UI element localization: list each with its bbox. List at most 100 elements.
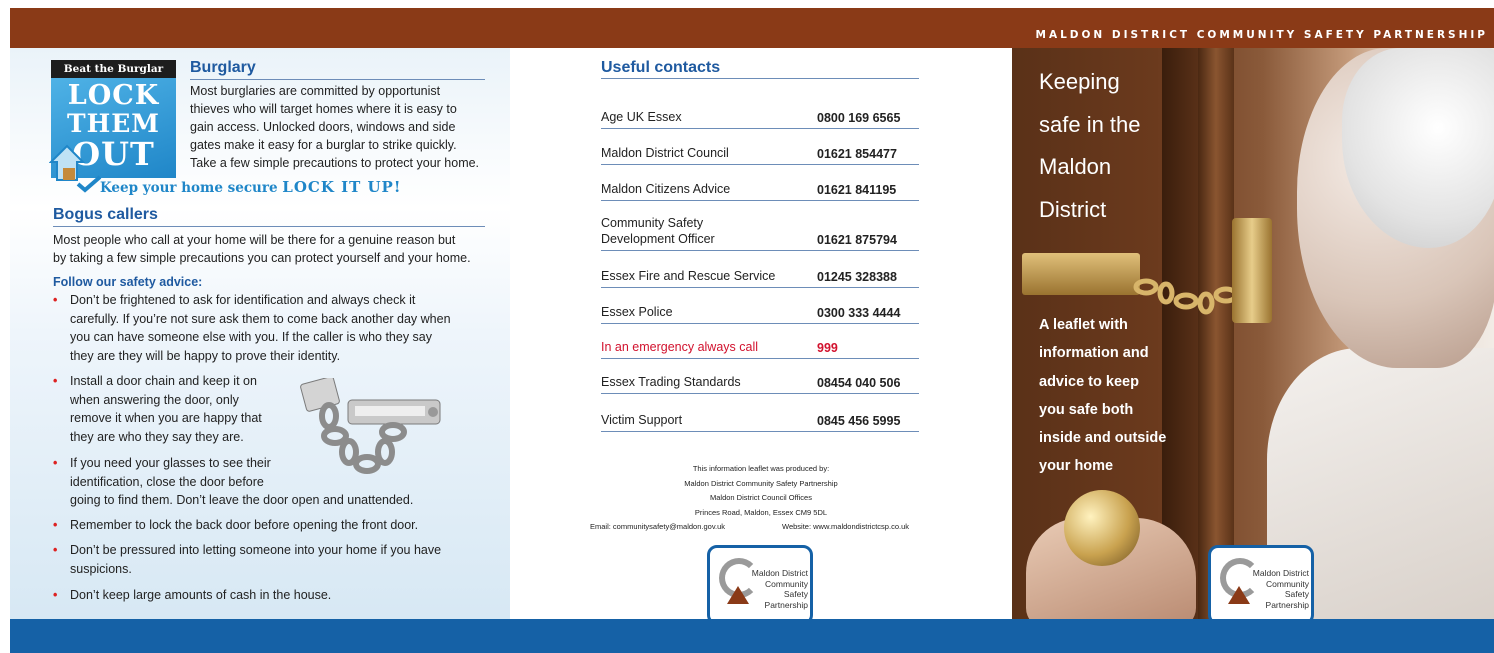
burglary-line: Most burglaries are committed by opportu… <box>190 84 441 98</box>
contact-name: Victim Support <box>601 413 683 427</box>
cover-desc-line: inside and outside <box>1039 430 1167 447</box>
organisation-name: MALDON DISTRICT COMMUNITY SAFETY PARTNER… <box>1035 29 1488 41</box>
produced-line: Maldon District Council Offices <box>710 493 812 502</box>
logo-text-line: Community <box>1266 578 1309 589</box>
bullet-dot: • <box>53 518 58 532</box>
cover-panel: Keeping safe in the Maldon District A le… <box>1012 48 1494 619</box>
door-bolt <box>1232 218 1272 323</box>
contact-name: Maldon Citizens Advice <box>601 182 731 196</box>
bullet-dot: • <box>53 588 58 602</box>
bullet-line: remove it when you are happy that <box>70 411 262 425</box>
useful-contacts-heading: Useful contacts <box>601 59 721 76</box>
bottom-banner <box>10 619 1494 653</box>
bullet-line: suspicions. <box>70 561 132 576</box>
cover-title-line: District <box>1039 196 1107 222</box>
contact-name-line: Community Safety <box>601 216 704 230</box>
logo-text-line: Safety <box>783 589 808 599</box>
cover-title: Keeping safe in the Maldon District <box>1039 61 1199 231</box>
bullet-line: Don’t keep large amounts of cash in the … <box>70 588 332 602</box>
cover-desc-line: information and <box>1039 345 1149 362</box>
door-knob <box>1064 490 1140 566</box>
contact-name: Community Safety Development Officer <box>601 215 715 247</box>
contact-phone: 08454 040 506 <box>817 376 901 390</box>
burglary-line: Take a few simple precautions to protect… <box>190 156 480 170</box>
top-banner: MALDON DISTRICT COMMUNITY SAFETY PARTNER… <box>10 8 1494 48</box>
contact-row: Essex Fire and Rescue Service 01245 3283… <box>601 261 919 288</box>
bogus-line: Most people who call at your home will b… <box>53 233 456 247</box>
safety-advice-heading: Follow our safety advice: <box>53 275 203 289</box>
website-link[interactable]: Website: www.maldondistrictcsp.co.uk <box>782 520 909 535</box>
contact-phone: 01621 875794 <box>817 233 897 247</box>
bullet-dot: • <box>53 293 58 307</box>
logo-text-line: Partnership <box>1265 599 1309 610</box>
bogus-paragraph: Most people who call at your home will b… <box>53 231 498 267</box>
contact-row: Age UK Essex 0800 169 6565 <box>601 103 919 129</box>
bullet-line: If you need your glasses to see their <box>70 456 271 470</box>
contact-name: Maldon District Council <box>601 146 729 160</box>
logo-text-line: Partnership <box>764 599 808 610</box>
cover-title-line: safe in the <box>1039 111 1141 137</box>
burglary-paragraph: Most burglaries are committed by opportu… <box>190 82 490 172</box>
burglary-rule <box>190 79 485 80</box>
contact-phone: 01245 328388 <box>817 270 897 284</box>
produced-by: This information leaflet was produced by… <box>510 462 1012 531</box>
cover-title-line: Keeping <box>1039 69 1120 94</box>
logo-line-1: LOCK <box>67 80 160 111</box>
bullet-line: Install a door chain and keep it on <box>70 374 257 388</box>
bogus-rule <box>53 226 485 227</box>
lock-it-up-slogan: Keep your home secure LOCK IT UP! <box>70 178 401 196</box>
contact-row: Essex Police 0300 333 4444 <box>601 298 919 324</box>
contacts-rule <box>601 78 919 79</box>
logo-text: Maldon District Community Safety Partner… <box>730 568 808 610</box>
contact-phone: 0800 169 6565 <box>817 111 901 125</box>
contact-phone: 01621 841195 <box>817 183 897 197</box>
logo-text-line: Maldon District <box>751 568 808 578</box>
burglary-line: gates make it easy for a burglar to stri… <box>190 138 457 152</box>
bullet-line: you can have someone else with you. If t… <box>70 330 432 344</box>
door-lock-plate <box>1022 253 1140 295</box>
bullet-dot: • <box>53 543 58 557</box>
door-frame <box>1198 48 1234 619</box>
bullet-line: identification, close the door before <box>70 474 264 489</box>
left-panel: Beat the Burglar LOCK THEM OUT Burglary … <box>10 48 510 619</box>
cover-title-line: Maldon <box>1039 154 1112 179</box>
bullet-line: they are they will be happy to prove the… <box>70 348 341 363</box>
bullet-line: they are who they say they are. <box>70 429 244 444</box>
cover-desc-line: A leaflet with <box>1039 317 1128 333</box>
logo-beat-the-burglar: Beat the Burglar <box>51 60 176 78</box>
emergency-number: 999 <box>817 341 838 355</box>
bullet-line: when answering the door, only <box>70 392 239 407</box>
contact-name: Age UK Essex <box>601 110 682 124</box>
logo-text-line: Maldon District <box>1252 568 1309 578</box>
contact-name: Essex Fire and Rescue Service <box>601 269 776 283</box>
contact-row: Victim Support 0845 456 5995 <box>601 406 919 432</box>
contact-name-line: Development Officer <box>601 232 715 246</box>
logo-text-line: Community <box>765 578 808 589</box>
contact-row: Essex Trading Standards 08454 040 506 <box>601 368 919 394</box>
slogan-small: Keep your home secure <box>100 180 278 196</box>
bullet-line: Don’t be pressured into letting someone … <box>70 543 442 557</box>
logo-line-2: THEM <box>67 109 160 138</box>
logo-text: Maldon District Community Safety Partner… <box>1231 568 1309 610</box>
bullet-dot: • <box>53 374 58 388</box>
produced-line: Maldon District Community Safety Partner… <box>684 478 838 488</box>
lock-them-out-logo: Beat the Burglar LOCK THEM OUT <box>49 60 176 190</box>
contact-phone: 0300 333 4444 <box>817 306 901 320</box>
cover-desc-line: advice to keep <box>1039 373 1139 390</box>
emergency-row: In an emergency always call 999 <box>601 333 919 359</box>
bullet-line: Remember to lock the back door before op… <box>70 518 419 532</box>
contact-row: Maldon District Council 01621 854477 <box>601 139 919 165</box>
contact-name: In an emergency always call <box>601 340 759 354</box>
contact-name: Essex Trading Standards <box>601 375 741 389</box>
email-link[interactable]: Email: communitysafety@maldon.gov.uk <box>590 520 725 535</box>
bullet-line: going to find them. Don’t leave the door… <box>70 493 414 507</box>
cover-desc-line: you safe both <box>1039 401 1134 418</box>
burglary-line: gain access. Unlocked doors, windows and… <box>190 120 456 134</box>
contact-row: Community Safety Development Officer 016… <box>601 208 919 251</box>
slogan-big: LOCK IT UP! <box>282 178 402 196</box>
bullet-line: carefully. If you’re not sure ask them t… <box>70 311 451 326</box>
logo-text-line: Safety <box>1284 589 1309 599</box>
bogus-line: by taking a few simple precautions you c… <box>53 251 471 265</box>
burglary-heading: Burglary <box>190 59 256 76</box>
csp-logo: Maldon District Community Safety Partner… <box>707 545 813 625</box>
